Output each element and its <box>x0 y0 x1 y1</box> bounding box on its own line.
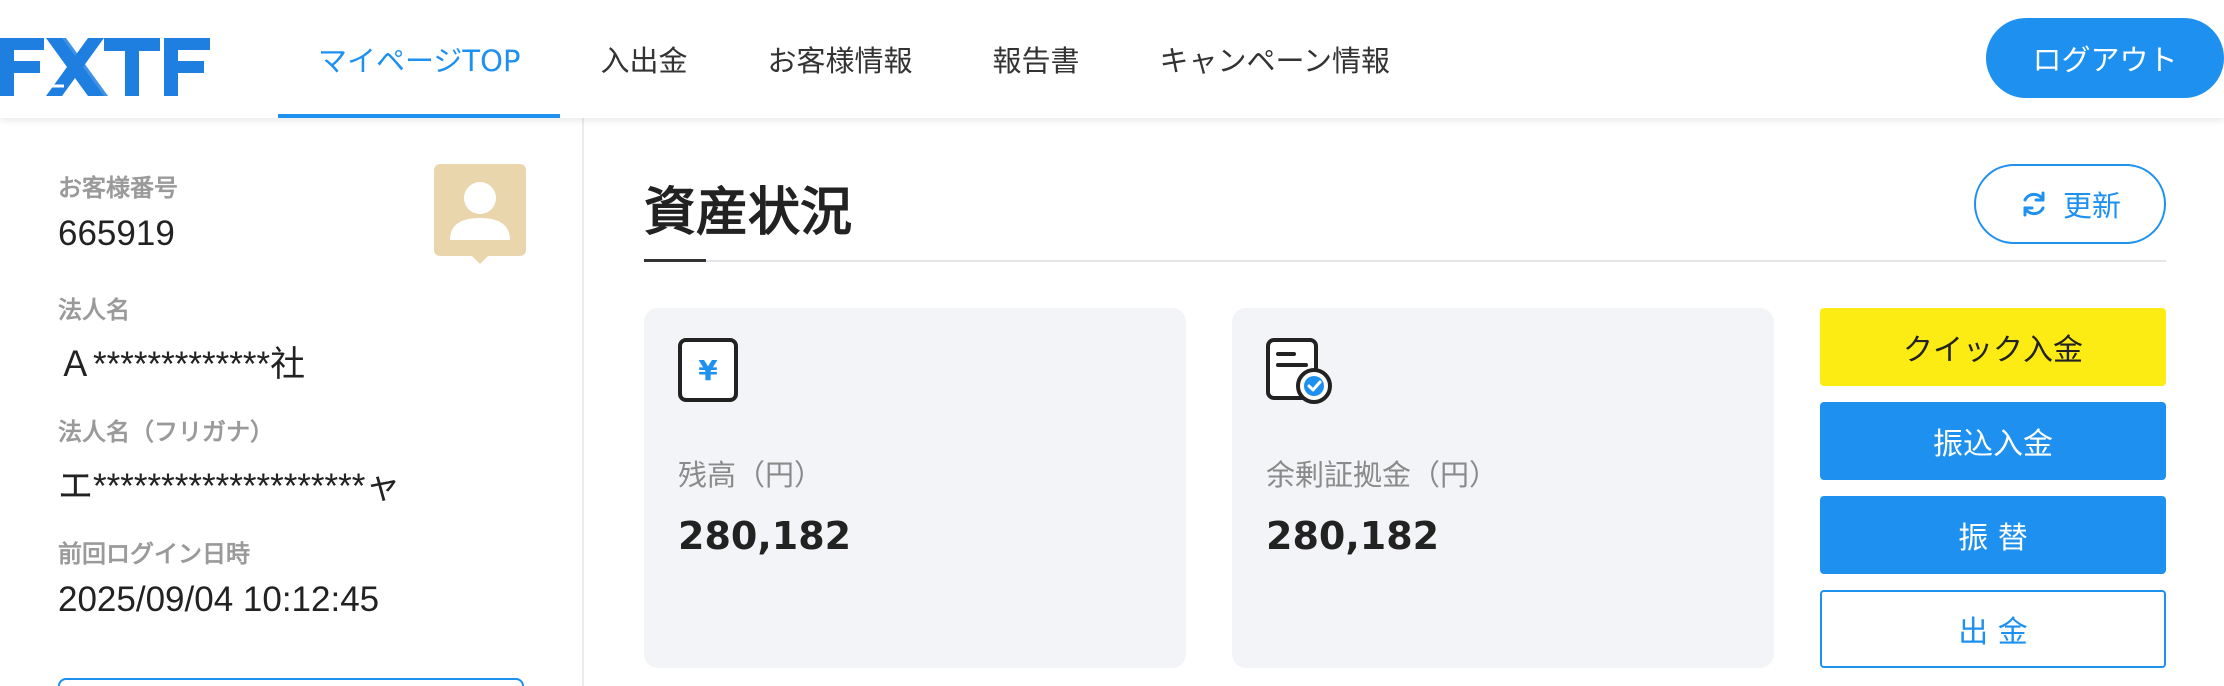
customer-number-label: お客様番号 <box>58 174 178 202</box>
main-nav: マイページTOP 入出金 お客様情報 報告書 キャンペーン情報 <box>278 0 1430 118</box>
withdraw-button[interactable]: 出 金 <box>1820 590 2166 668</box>
company-kana-value: エ********************ャ <box>58 467 401 506</box>
account-sidebar: お客様番号 665919 法人名 Ａ*************社 法人名（フリガ… <box>0 118 584 686</box>
nav-mypage-top[interactable]: マイページTOP <box>278 0 561 118</box>
user-icon <box>450 182 510 240</box>
balance-value: 280,182 <box>678 514 852 558</box>
avatar <box>434 164 526 256</box>
refresh-label: 更新 <box>2062 189 2121 223</box>
svg-text:¥: ¥ <box>698 354 718 387</box>
last-login-value: 2025/09/04 10:12:45 <box>58 580 380 619</box>
nav-campaign-info[interactable]: キャンペーン情報 <box>1120 0 1431 118</box>
last-login-label: 前回ログイン日時 <box>58 540 250 568</box>
surplus-margin-value: 280,182 <box>1266 514 1440 558</box>
top-header: マイページTOP 入出金 お客様情報 報告書 キャンペーン情報 ログアウト <box>0 0 2224 118</box>
surplus-margin-card: 余剰証拠金（円） 280,182 <box>1232 308 1774 668</box>
company-kana-label: 法人名（フリガナ） <box>58 418 274 446</box>
balance-label: 残高（円） <box>678 458 824 492</box>
nav-deposit-withdraw[interactable]: 入出金 <box>560 0 727 118</box>
sidebar-button-partial[interactable] <box>58 678 524 686</box>
yen-icon: ¥ <box>678 338 738 402</box>
balance-card: ¥ 残高（円） 280,182 <box>644 308 1186 668</box>
refresh-icon <box>2023 191 2045 217</box>
fxtf-logo[interactable] <box>0 38 210 96</box>
customer-number-value: 665919 <box>58 214 175 253</box>
nav-customer-info[interactable]: お客様情報 <box>727 0 952 118</box>
avatar-pointer <box>470 254 490 264</box>
document-check-icon <box>1266 338 1332 404</box>
logout-button[interactable]: ログアウト <box>1986 18 2224 98</box>
company-name-value: Ａ*************社 <box>58 345 306 384</box>
nav-reports[interactable]: 報告書 <box>952 0 1119 118</box>
transfer-button[interactable]: 振 替 <box>1820 496 2166 574</box>
company-name-label: 法人名 <box>58 296 130 324</box>
quick-deposit-button[interactable]: クイック入金 <box>1820 308 2166 386</box>
refresh-button[interactable]: 更新 <box>1974 164 2166 244</box>
transfer-deposit-button[interactable]: 振込入金 <box>1820 402 2166 480</box>
title-divider <box>644 260 2166 262</box>
title-accent-bar <box>644 259 706 262</box>
page-title: 資産状況 <box>644 183 853 243</box>
surplus-margin-label: 余剰証拠金（円） <box>1266 458 1499 492</box>
